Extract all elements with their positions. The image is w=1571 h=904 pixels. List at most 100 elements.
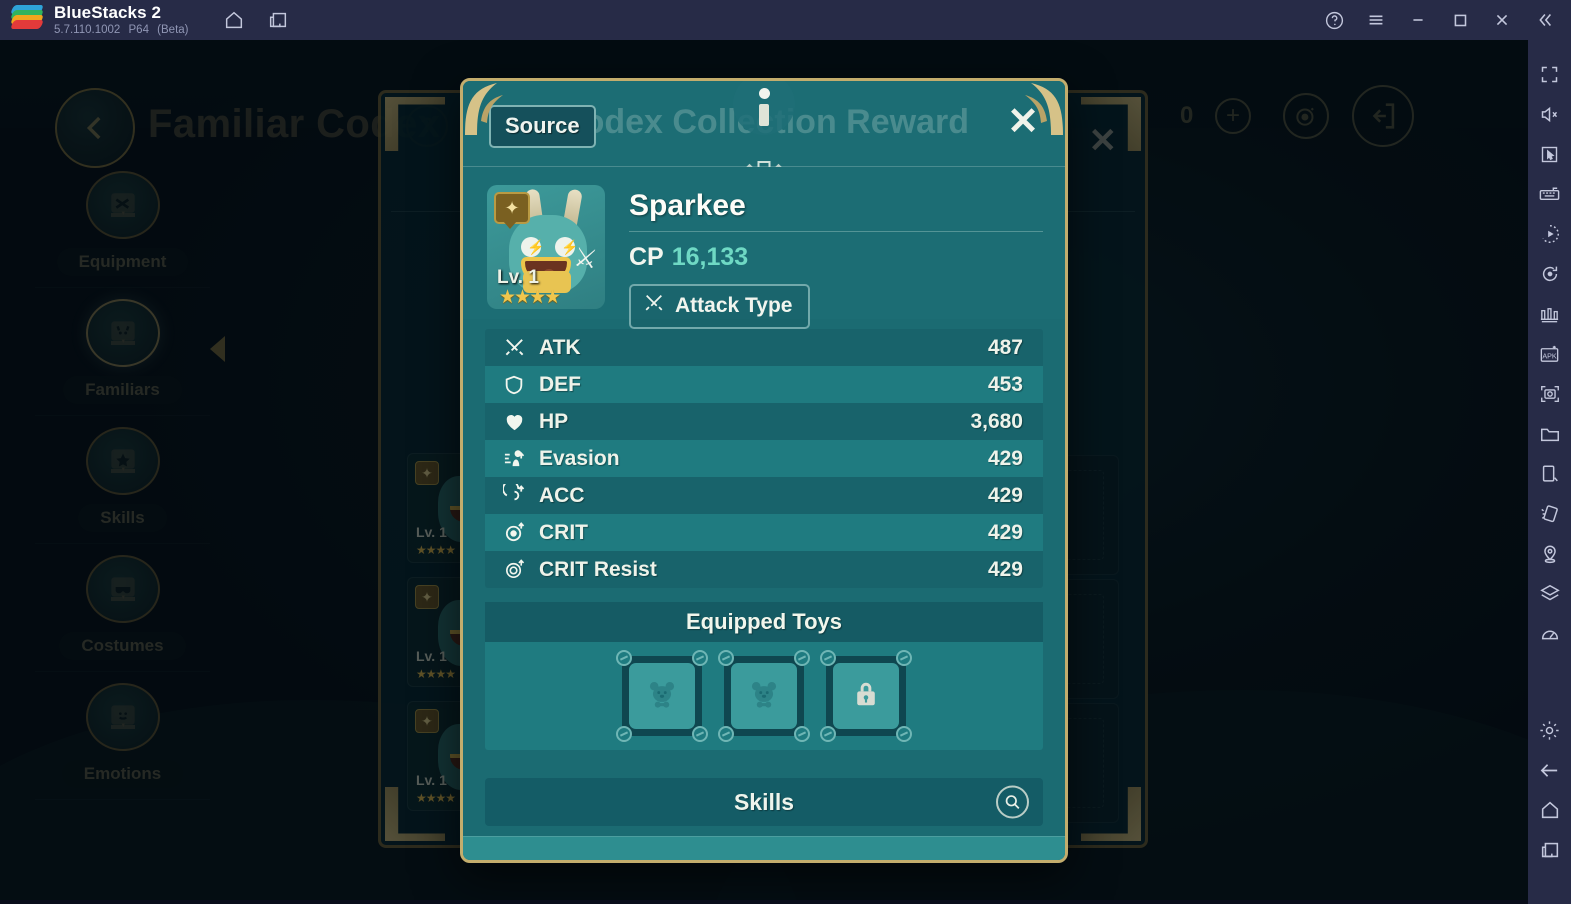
page-title: Sparkee	[629, 189, 746, 222]
table-row: DEF 453	[485, 366, 1043, 403]
stat-value: 453	[987, 372, 1023, 396]
crossed-swords-icon: ⚔	[571, 241, 600, 275]
stat-value: 487	[987, 335, 1023, 359]
hero-info: Sparkee CP 16,133 Attack Type	[629, 185, 1043, 329]
heart-icon	[503, 410, 531, 433]
stat-name: HP	[539, 409, 569, 433]
stats-table: ATK 487 DEF 453 HP 3,680 Evasion 429 ACC…	[485, 329, 1043, 588]
crossed-swords-icon	[503, 336, 531, 359]
minimize-icon[interactable]	[1401, 3, 1435, 37]
home-nav-icon[interactable]	[1533, 790, 1567, 830]
attack-type-label: Attack Type	[675, 294, 793, 317]
avatar-eye: ⚡	[555, 237, 578, 257]
hero-section: ✦ ⚡ ⚡ ⚔ Lv. 1 ★★★★ Sparkee CP 16,133 Att…	[463, 167, 1065, 329]
bluestacks-titlebar: BlueStacks 2 5.7.110.1002 P64 (Beta)	[0, 0, 1571, 40]
bear-icon	[747, 677, 781, 716]
bluestacks-sidebar: APK	[1528, 40, 1571, 904]
toy-slot[interactable]	[718, 650, 810, 742]
mute-icon[interactable]	[1533, 94, 1567, 134]
home-icon[interactable]	[217, 3, 251, 37]
cp-value: 16,133	[671, 243, 749, 271]
layers-icon[interactable]	[1533, 574, 1567, 614]
status-badge: Attack Type	[629, 284, 811, 329]
tilt-icon[interactable]	[1533, 454, 1567, 494]
evasion-icon	[503, 447, 531, 470]
close-icon[interactable]: ✕	[1007, 103, 1039, 141]
performance-icon[interactable]	[1533, 614, 1567, 654]
table-row: Evasion 429	[485, 440, 1043, 477]
shield-icon	[503, 374, 531, 396]
familiar-detail-modal: Codex Collection Reward Source ✕ ✦ ⚡ ⚡	[460, 78, 1068, 863]
game-viewport: Familiar Codex ? 0 + Equipment	[0, 40, 1528, 900]
skills-button[interactable]: Skills	[485, 778, 1043, 826]
window-buttons	[1317, 3, 1561, 37]
stat-name: Evasion	[539, 446, 620, 470]
avatar-eye: ⚡	[521, 237, 544, 257]
table-row: CRIT Resist 429	[485, 551, 1043, 588]
avatar-stars: ★★★★	[499, 287, 561, 308]
screenshot-icon[interactable]	[1533, 374, 1567, 414]
settings-icon[interactable]	[1533, 710, 1567, 750]
equipped-toys-section: Equipped Toys	[485, 602, 1043, 750]
section-title: Equipped Toys	[485, 602, 1043, 642]
toy-slot-list	[485, 642, 1043, 742]
toy-slot[interactable]	[616, 650, 708, 742]
install-apk-icon[interactable]: APK	[1533, 334, 1567, 374]
stat-name: DEF	[539, 372, 581, 396]
app-name: BlueStacks 2	[54, 3, 162, 23]
stat-name: CRIT Resist	[539, 557, 657, 581]
collapse-sidebar-icon[interactable]	[1527, 3, 1561, 37]
crit-resist-icon	[503, 558, 531, 581]
recents-icon[interactable]	[1533, 830, 1567, 870]
bear-icon	[645, 677, 679, 716]
shake-icon[interactable]	[1533, 494, 1567, 534]
stat-name: ATK	[539, 335, 581, 359]
table-row: CRIT 429	[485, 514, 1043, 551]
fullscreen-icon[interactable]	[1533, 54, 1567, 94]
bluestacks-logo-icon	[9, 5, 45, 35]
media-folder-icon[interactable]	[1533, 414, 1567, 454]
table-row: HP 3,680	[485, 403, 1043, 440]
source-button[interactable]: Source	[489, 105, 596, 148]
table-row: ATK 487	[485, 329, 1043, 366]
help-icon[interactable]	[1317, 3, 1351, 37]
hero-divider	[629, 231, 1043, 232]
cursor-icon[interactable]	[1533, 134, 1567, 174]
crit-icon	[503, 521, 531, 544]
bluestacks-title: BlueStacks 2 5.7.110.1002 P64 (Beta)	[54, 4, 189, 36]
rarity-star-icon: ✦	[494, 192, 530, 229]
location-icon[interactable]	[1533, 534, 1567, 574]
modal-header: Codex Collection Reward Source ✕	[463, 81, 1065, 174]
back-icon[interactable]	[1533, 750, 1567, 790]
multi-instance-icon[interactable]	[261, 3, 295, 37]
app-channel: (Beta)	[157, 23, 189, 36]
multi-instance-manager-icon[interactable]	[1533, 294, 1567, 334]
search-icon[interactable]	[996, 785, 1029, 819]
svg-text:APK: APK	[1542, 352, 1557, 360]
stat-name: ACC	[539, 483, 585, 507]
rotate-icon[interactable]	[1533, 254, 1567, 294]
stat-value: 429	[987, 483, 1023, 507]
keyboard-controls-icon[interactable]	[1533, 174, 1567, 214]
macro-recorder-icon[interactable]	[1533, 214, 1567, 254]
stat-value: 429	[987, 557, 1023, 581]
table-row: ACC 429	[485, 477, 1043, 514]
maximize-icon[interactable]	[1443, 3, 1477, 37]
stat-value: 3,680	[970, 409, 1023, 433]
avatar[interactable]: ✦ ⚡ ⚡ ⚔ Lv. 1 ★★★★	[487, 185, 605, 309]
cp-label: CP	[629, 243, 664, 271]
menu-icon[interactable]	[1359, 3, 1393, 37]
accuracy-icon	[503, 484, 531, 507]
skills-label: Skills	[733, 788, 795, 815]
lock-icon	[850, 678, 882, 715]
close-icon[interactable]	[1485, 3, 1519, 37]
stat-value: 429	[987, 520, 1023, 544]
titlebar-nav	[217, 3, 295, 37]
crossed-swords-icon	[643, 292, 665, 320]
stat-name: CRIT	[539, 520, 588, 544]
app-version: 5.7.110.1002	[54, 23, 121, 36]
cp-display: CP 16,133	[629, 243, 1043, 272]
app-build: P64	[128, 23, 149, 36]
toy-slot-locked[interactable]	[820, 650, 912, 742]
stat-value: 429	[987, 446, 1023, 470]
